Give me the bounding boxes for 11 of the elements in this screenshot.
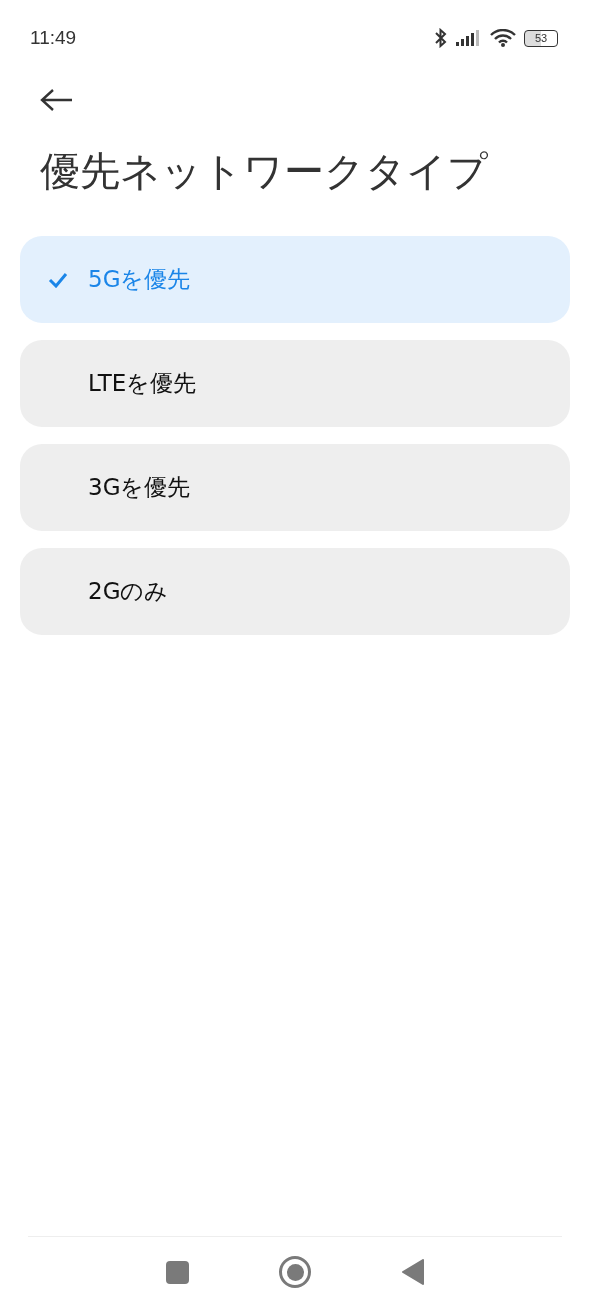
- page-title: 優先ネットワークタイプ: [40, 147, 489, 196]
- home-button[interactable]: [278, 1255, 312, 1289]
- battery-icon: 53: [524, 29, 558, 47]
- checkmark-icon: [48, 271, 68, 288]
- network-option[interactable]: LTEを優先: [20, 340, 570, 427]
- network-option[interactable]: 2Gのみ: [20, 548, 570, 635]
- network-option[interactable]: 3Gを優先: [20, 444, 570, 531]
- status-time: 11:49: [30, 27, 77, 49]
- bluetooth-icon: [434, 28, 448, 48]
- signal-icon: [456, 30, 482, 46]
- wifi-icon: [490, 29, 516, 47]
